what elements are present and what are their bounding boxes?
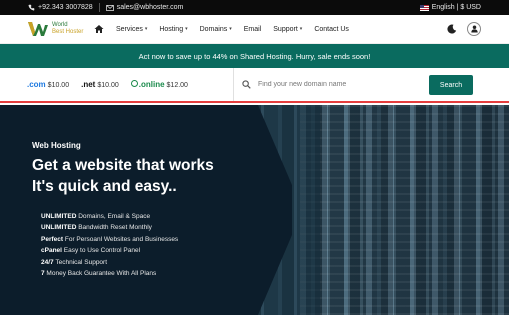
list-item: 7 Money Back Guarantee With All Plans	[41, 268, 272, 279]
language-currency-selector[interactable]: English | $ USD	[419, 4, 481, 11]
list-item: 24/7 Technical Support	[41, 257, 272, 268]
feature-highlight: UNLIMITED	[41, 213, 77, 220]
feature-highlight: UNLIMITED	[41, 224, 77, 232]
main-nav: Services ▾ Hosting ▾ Domains ▾ Email Suppor…	[94, 24, 361, 34]
tld-price: $10.00	[97, 82, 119, 89]
hero-title: Get a website that works It's quick and …	[32, 155, 272, 197]
email-link[interactable]: sales@wbhoster.com	[105, 4, 184, 11]
feature-text: For Persoanl Websites and Businesses	[63, 235, 179, 243]
logo-line2: Best Hoster	[52, 29, 84, 35]
nav-hosting[interactable]: Hosting ▾	[159, 26, 187, 33]
nav-support-label: Support	[273, 25, 298, 33]
domain-search-strip: .com $10.00 .net $10.00 .online $12.00 S…	[0, 68, 509, 103]
tld-price: $12.00	[166, 82, 188, 89]
site-logo[interactable]: World Best Hoster	[28, 21, 86, 37]
top-contact-bar: +92.343 3007828 sales@wbhoster.com Engli…	[0, 0, 509, 15]
nav-email[interactable]: Email	[244, 26, 262, 33]
tld-online: .online $12.00	[130, 80, 188, 89]
domain-search-box: Search	[233, 68, 509, 101]
user-icon	[470, 25, 478, 33]
nav-hosting-label: Hosting	[159, 25, 184, 33]
list-item: UNLIMITED Bandwidth Reset Monthly	[41, 222, 272, 233]
feature-highlight: 24/7	[41, 258, 54, 266]
hero-title-line1: Get a website that works	[32, 157, 214, 174]
feature-text: Bandwidth Reset Monthly	[76, 224, 152, 232]
feature-text: Technical Support	[53, 258, 108, 266]
tld-name: .online	[138, 80, 165, 89]
list-item: UNLIMITED Domains, Email & Space	[41, 211, 272, 222]
divider	[98, 3, 100, 12]
phone-number: +92.343 3007828	[38, 4, 93, 11]
chevron-down-icon: ▾	[185, 26, 188, 32]
feature-highlight: cPanel	[41, 247, 62, 255]
feature-list: UNLIMITED Domains, Email & Space UNLIMIT…	[41, 211, 272, 279]
nav-support[interactable]: Support ▾	[273, 26, 302, 33]
main-header: World Best Hoster Services ▾ Hosting ▾ Dom…	[0, 15, 509, 44]
online-globe-icon	[130, 80, 138, 87]
nav-services-label: Services	[116, 25, 143, 33]
nav-domains[interactable]: Domains ▾	[200, 26, 232, 33]
nav-domains-label: Domains	[199, 25, 228, 33]
feature-text: Domains, Email & Space	[76, 213, 151, 220]
nav-services[interactable]: Services ▾	[116, 26, 147, 33]
tld-com: .com $10.00	[27, 80, 69, 89]
tld-name: .com	[27, 80, 46, 89]
tld-price: $10.00	[47, 82, 70, 89]
tld-name: .net	[81, 80, 96, 89]
nav-contact-label: Contact Us	[314, 25, 349, 33]
hero-section: Web Hosting Get a website that works It'…	[0, 105, 509, 315]
server-racks-image	[300, 105, 509, 315]
hero-title-line2: It's quick and easy..	[32, 178, 177, 195]
hero-eyebrow: Web Hosting	[32, 141, 81, 150]
feature-highlight: Perfect	[41, 235, 64, 243]
header-actions	[447, 22, 481, 36]
feature-text: Easy to Use Control Panel	[61, 247, 141, 255]
promo-text: Act now to save up to 44% on Shared Host…	[138, 51, 371, 61]
chevron-down-icon: ▾	[144, 26, 148, 32]
domain-search-input[interactable]	[256, 80, 426, 89]
chevron-down-icon: ▾	[229, 26, 232, 32]
list-item: Perfect For Persoanl Websites and Busine…	[41, 234, 272, 245]
search-icon	[242, 80, 251, 89]
logo-w-icon	[28, 22, 48, 36]
us-flag-icon	[419, 4, 429, 11]
account-button[interactable]	[467, 22, 481, 36]
envelope-icon	[105, 4, 114, 11]
nav-contact-us[interactable]: Contact Us	[314, 26, 349, 33]
chevron-down-icon: ▾	[299, 26, 303, 32]
moon-icon[interactable]	[447, 24, 457, 34]
locale-label: English | $ USD	[431, 4, 481, 11]
hero-content: Web Hosting Get a website that works It'…	[32, 141, 272, 279]
list-item: cPanel Easy to Use Control Panel	[41, 245, 272, 256]
home-icon[interactable]	[94, 24, 104, 34]
nav-email-label: Email	[243, 25, 262, 33]
phone-link[interactable]: +92.343 3007828	[28, 4, 93, 11]
phone-icon	[28, 4, 35, 11]
logo-line1: World	[52, 22, 68, 28]
logo-text: World Best Hoster	[52, 22, 83, 36]
promo-banner[interactable]: Act now to save up to 44% on Shared Host…	[0, 44, 509, 68]
email-address: sales@wbhoster.com	[116, 4, 184, 11]
search-button[interactable]: Search	[429, 75, 473, 95]
feature-text: Money Back Guarantee With All Plans	[44, 270, 157, 278]
tld-net: .net $10.00	[81, 80, 119, 89]
